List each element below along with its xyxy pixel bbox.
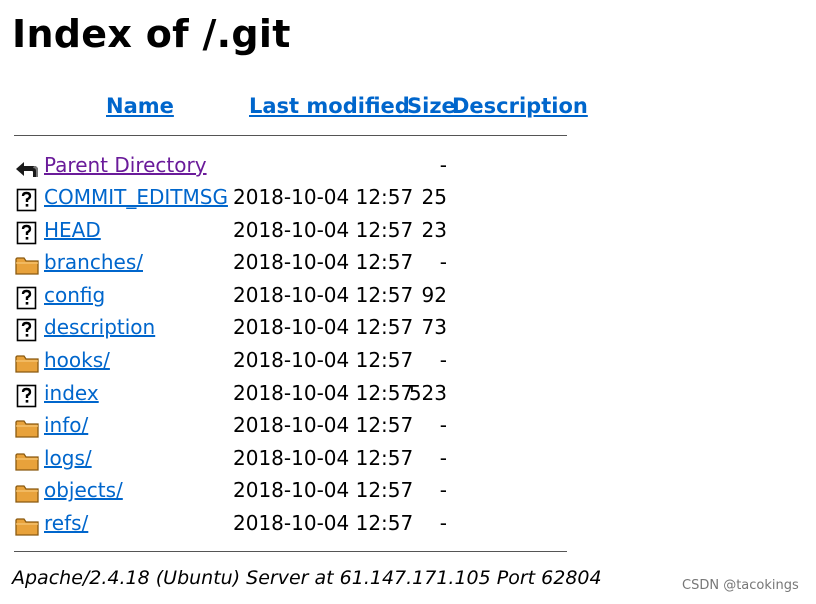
- file-link[interactable]: COMMIT_EDITMSG: [44, 185, 228, 209]
- file-link[interactable]: hooks/: [44, 348, 110, 372]
- unknown-file-icon[interactable]: [14, 220, 40, 246]
- list-item: branches/2018-10-04 12:57-: [0, 248, 600, 280]
- list-item: config 2018-10-04 12:57 92: [0, 281, 600, 313]
- file-size: 25: [421, 185, 447, 209]
- back-icon[interactable]: [14, 155, 40, 181]
- column-header-name[interactable]: Name: [106, 94, 174, 118]
- file-size: 92: [421, 282, 447, 307]
- list-item: hooks/2018-10-04 12:57 -: [0, 346, 600, 378]
- folder-icon[interactable]: [14, 252, 40, 278]
- file-link[interactable]: refs/: [44, 511, 88, 535]
- page-title: Index of /.git: [12, 12, 291, 56]
- list-item: objects/2018-10-04 12:57-: [0, 476, 600, 508]
- file-size: 523: [408, 380, 447, 405]
- unknown-file-icon[interactable]: [14, 317, 40, 343]
- column-header-size[interactable]: Size: [407, 94, 456, 118]
- last-modified: 2018-10-04 12:57: [233, 217, 414, 242]
- last-modified: 2018-10-04 12:57: [233, 380, 414, 405]
- parent-directory-row: Parent Directory -: [0, 151, 600, 183]
- list-item: info/2018-10-04 12:57-: [0, 411, 600, 443]
- list-item: refs/2018-10-04 12:57 -: [0, 509, 600, 541]
- file-link[interactable]: description: [44, 315, 155, 339]
- list-item: description 2018-10-04 12:57 73: [0, 313, 600, 345]
- last-modified: 2018-10-04 12:57: [233, 250, 414, 275]
- file-link[interactable]: index: [44, 381, 99, 405]
- file-size: -: [439, 511, 447, 535]
- folder-icon[interactable]: [14, 513, 40, 539]
- watermark: CSDN @tacokings: [682, 578, 799, 593]
- last-modified: 2018-10-04 12:57: [233, 511, 414, 535]
- file-link[interactable]: logs/: [44, 446, 92, 470]
- last-modified: 2018-10-04 12:57: [233, 315, 414, 340]
- file-size: 73: [421, 315, 447, 340]
- file-link[interactable]: HEAD: [44, 218, 101, 242]
- file-link[interactable]: branches/: [44, 250, 143, 274]
- folder-icon[interactable]: [14, 415, 40, 441]
- file-size: 23: [421, 217, 447, 242]
- bottom-divider: [14, 551, 567, 552]
- last-modified: 2018-10-04 12:57: [233, 185, 414, 209]
- server-signature: Apache/2.4.18 (Ubuntu) Server at 61.147.…: [12, 567, 602, 589]
- list-item: COMMIT_EDITMSG 2018-10-04 12:57 25: [0, 183, 600, 215]
- file-size: -: [439, 348, 447, 372]
- list-item: index 2018-10-04 12:57 523: [0, 379, 600, 411]
- list-item: HEAD 2018-10-04 12:57 23: [0, 216, 600, 248]
- top-divider: [14, 135, 567, 136]
- list-item: logs/2018-10-04 12:57-: [0, 444, 600, 476]
- last-modified: 2018-10-04 12:57: [233, 282, 414, 307]
- parent-directory-link[interactable]: Parent Directory: [44, 153, 207, 177]
- file-size: -: [439, 250, 447, 275]
- file-size: -: [439, 478, 447, 503]
- last-modified: 2018-10-04 12:57: [233, 445, 414, 470]
- unknown-file-icon[interactable]: [14, 285, 40, 311]
- unknown-file-icon[interactable]: [14, 383, 40, 409]
- column-header-description[interactable]: Description: [452, 94, 588, 118]
- last-modified: 2018-10-04 12:57: [233, 348, 414, 372]
- folder-icon[interactable]: [14, 448, 40, 474]
- last-modified: 2018-10-04 12:57: [233, 413, 414, 438]
- file-link[interactable]: info/: [44, 413, 88, 437]
- file-link[interactable]: objects/: [44, 478, 123, 502]
- last-modified: 2018-10-04 12:57: [233, 478, 414, 503]
- folder-icon[interactable]: [14, 350, 40, 376]
- folder-icon[interactable]: [14, 480, 40, 506]
- file-size: -: [439, 445, 447, 470]
- file-size: -: [439, 413, 447, 438]
- file-link[interactable]: config: [44, 283, 105, 307]
- file-size: -: [439, 153, 447, 177]
- column-header-last-modified[interactable]: Last modified: [249, 94, 410, 118]
- unknown-file-icon[interactable]: [14, 187, 40, 213]
